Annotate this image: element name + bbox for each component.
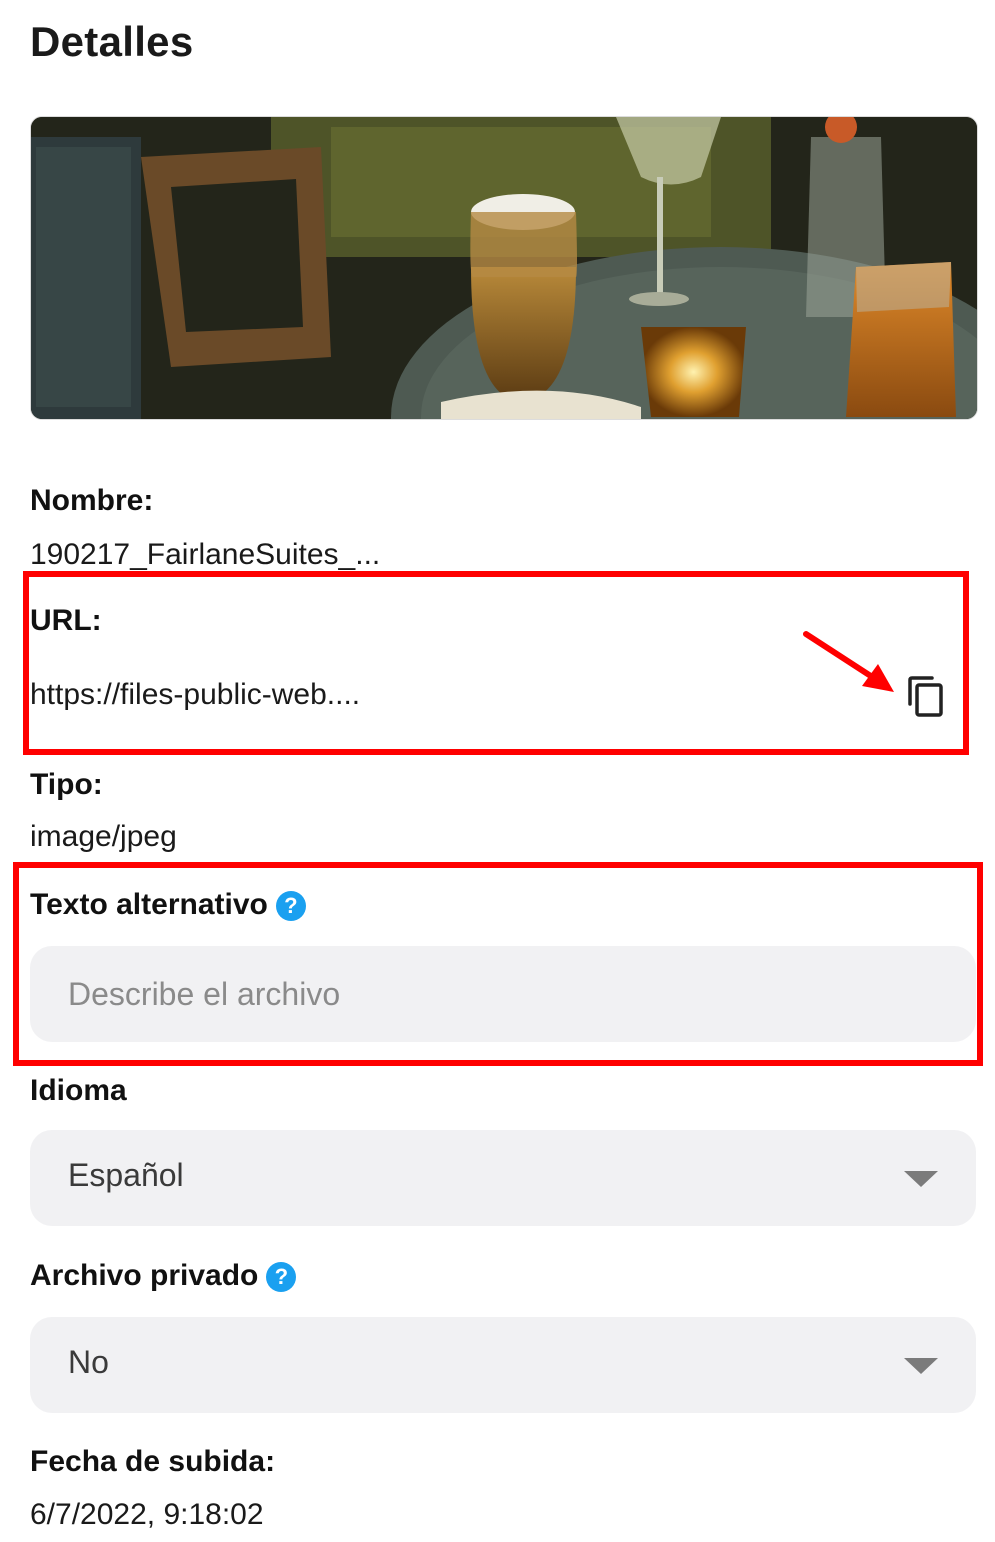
type-label: Tipo:: [30, 768, 103, 801]
alt-text-label: Texto alternativo: [30, 888, 268, 921]
language-label: Idioma: [30, 1074, 127, 1107]
url-label: URL:: [30, 604, 102, 637]
private-select[interactable]: No: [30, 1317, 976, 1413]
language-select[interactable]: Español: [30, 1130, 976, 1226]
name-label: Nombre:: [30, 484, 154, 517]
type-value: image/jpeg: [30, 820, 177, 853]
url-value[interactable]: https://files-public-web....: [30, 678, 360, 712]
page-title: Detalles: [30, 18, 194, 65]
upload-date-label: Fecha de subida:: [30, 1445, 276, 1478]
image-preview: [30, 116, 978, 420]
annotation-arrow: [803, 631, 894, 692]
alt-text-label-row: Texto alternativo?: [30, 888, 306, 922]
name-value: 190217_FairlaneSuites_...: [30, 538, 381, 571]
alt-text-input[interactable]: [30, 946, 976, 1042]
language-selected-value: Español: [68, 1157, 184, 1193]
private-label: Archivo privado: [30, 1259, 259, 1292]
upload-date-value: 6/7/2022, 9:18:02: [30, 1498, 264, 1531]
chevron-down-icon: [904, 1171, 938, 1187]
alt-text-field[interactable]: [30, 946, 976, 1042]
private-selected-value: No: [68, 1344, 109, 1380]
chevron-down-icon: [904, 1358, 938, 1374]
copy-icon[interactable]: [904, 674, 948, 720]
help-icon[interactable]: ?: [275, 891, 306, 922]
private-label-row: Archivo privado?: [30, 1259, 297, 1293]
help-icon[interactable]: ?: [266, 1262, 297, 1293]
